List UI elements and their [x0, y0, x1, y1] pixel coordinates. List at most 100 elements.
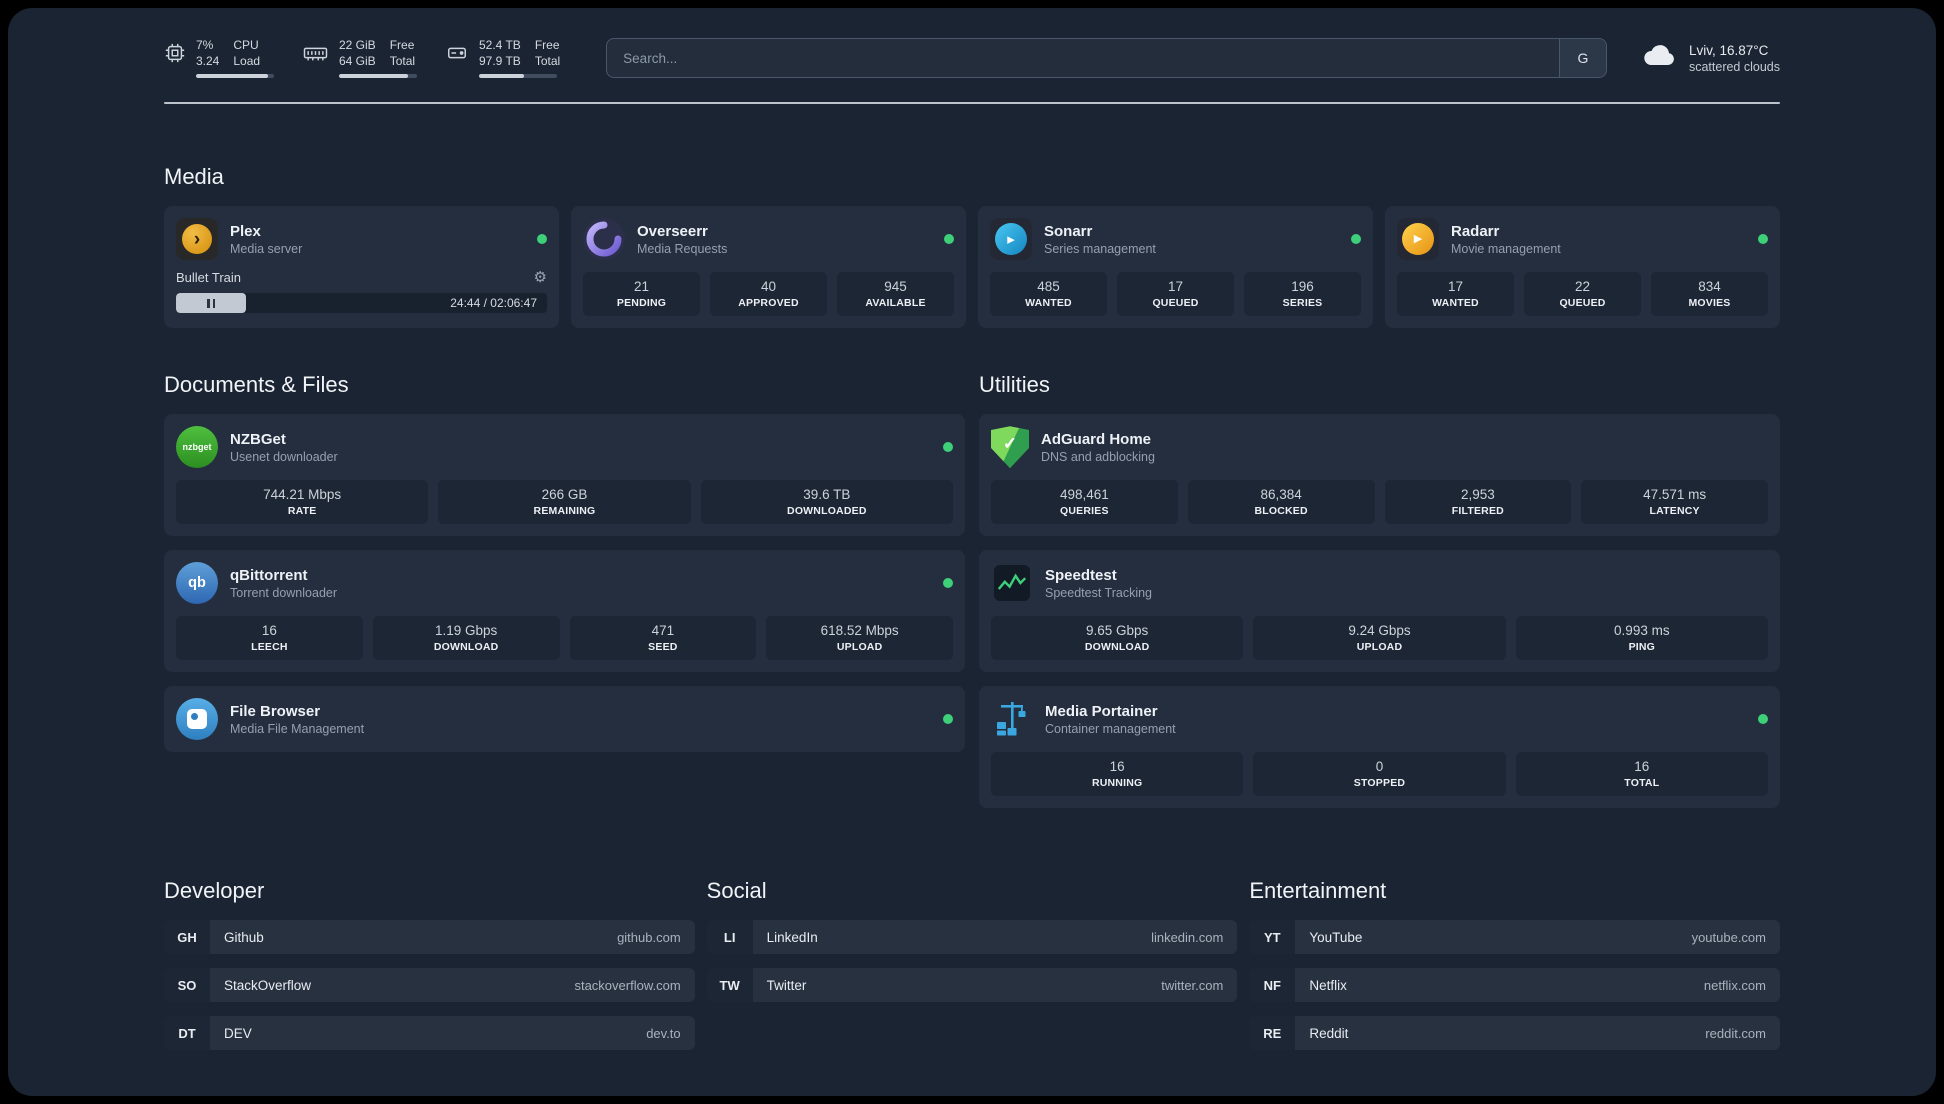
- stat-downloaded: 39.6 TB DOWNLOADED: [700, 480, 953, 525]
- app-title-filebrowser: File Browser: [230, 702, 321, 720]
- documents-column: Documents & Files nzbget NZBGet Usenet d…: [164, 372, 965, 808]
- utilities-section-title: Utilities: [979, 372, 1050, 398]
- disk-stat: 52.4 TB 97.9 TB Free Total: [445, 38, 560, 79]
- bookmark-reddit[interactable]: RE Reddit reddit.com: [1249, 1016, 1780, 1051]
- bookmark-url: linkedin.com: [1151, 929, 1224, 945]
- bookmark-abbr: GH: [164, 920, 210, 955]
- cpu-labels: CPU Load: [233, 38, 260, 69]
- search-input[interactable]: [607, 39, 1559, 78]
- bookmark-url: github.com: [617, 929, 681, 945]
- cpu-values: 7% 3.24: [196, 38, 219, 69]
- cpu-stat-body: 7% 3.24 CPU Load: [196, 38, 274, 79]
- app-card-plex[interactable]: › Plex Media server Bullet Train ⚙ 24:44…: [164, 206, 559, 329]
- bookmark-github[interactable]: GH Github github.com: [164, 920, 695, 955]
- stat-stopped: 0 STOPPED: [1253, 752, 1506, 797]
- bookmarks-section: Developer GH Github github.com SO StackOv…: [164, 878, 1780, 1051]
- stat-seed: 471 SEED: [569, 616, 757, 661]
- stat-total: 16 TOTAL: [1515, 752, 1768, 797]
- weather-widget[interactable]: Lviv, 16.87°C scattered clouds: [1641, 43, 1780, 74]
- track-title: Bullet Train: [176, 270, 242, 286]
- bookmark-linkedin[interactable]: LI LinkedIn linkedin.com: [706, 920, 1238, 955]
- app-card-speedtest[interactable]: Speedtest Speedtest Tracking 9.65 Gbps D…: [979, 550, 1780, 673]
- radarr-icon: ▶: [1397, 218, 1439, 261]
- app-title-adguard: AdGuard Home: [1041, 430, 1152, 448]
- memory-stat: 22 GiB 64 GiB Free Total: [302, 38, 417, 79]
- app-card-sonarr[interactable]: ▸ Sonarr Series management 485 WANTED 17: [978, 206, 1373, 329]
- memory-progress-fill: [339, 74, 408, 79]
- cpu-load-value: 3.24: [196, 53, 220, 68]
- stat-pending: 21 PENDING: [583, 272, 700, 317]
- app-subtitle-nzbget: Usenet downloader: [230, 449, 338, 464]
- entertainment-column: Entertainment YT YouTube youtube.com NF N…: [1249, 878, 1780, 1051]
- gear-icon[interactable]: ⚙: [534, 270, 547, 285]
- cpu-progress-fill: [196, 74, 268, 79]
- bookmark-twitter[interactable]: TW Twitter twitter.com: [706, 968, 1238, 1003]
- memory-icon: [302, 38, 329, 64]
- disk-progress-bar: [479, 74, 557, 79]
- memory-values: 22 GiB 64 GiB: [339, 38, 376, 69]
- app-card-adguard[interactable]: ✓ AdGuard Home DNS and adblocking 498,46…: [979, 414, 1780, 537]
- stat-wanted: 17 WANTED: [1397, 272, 1514, 317]
- bookmark-youtube[interactable]: YT YouTube youtube.com: [1249, 920, 1780, 955]
- stat-movies: 834 MOVIES: [1651, 272, 1768, 317]
- bookmark-stackoverflow[interactable]: SO StackOverflow stackoverflow.com: [164, 968, 695, 1003]
- stat-download: 1.19 Gbps DOWNLOAD: [372, 616, 560, 661]
- portainer-crane-icon: [991, 698, 1033, 740]
- status-dot: [1758, 234, 1768, 245]
- disk-stat-body: 52.4 TB 97.9 TB Free Total: [479, 38, 560, 79]
- documents-section-title: Documents & Files: [164, 372, 349, 398]
- bookmark-dev[interactable]: DT DEV dev.to: [164, 1016, 695, 1051]
- media-section: Media › Plex Media server Bullet Train ⚙…: [164, 164, 1780, 329]
- stat-queries: 498,461 QUERIES: [991, 480, 1178, 525]
- topbar-divider: [164, 102, 1780, 105]
- disk-progress-fill: [479, 74, 525, 79]
- app-card-filebrowser[interactable]: File Browser Media File Management: [164, 686, 965, 753]
- plex-now-playing: Bullet Train ⚙ 24:44 / 02:06:47: [176, 270, 547, 314]
- disk-free-label: Free: [534, 38, 560, 52]
- app-subtitle-sonarr: Series management: [1044, 241, 1156, 256]
- bookmark-name: DEV: [224, 1025, 252, 1041]
- disk-total-value: 97.9 TB: [479, 53, 521, 68]
- stat-wanted: 485 WANTED: [990, 272, 1107, 317]
- memory-stat-body: 22 GiB 64 GiB Free Total: [339, 38, 417, 79]
- filebrowser-logo-shape: [187, 709, 207, 730]
- bookmark-abbr: SO: [164, 968, 210, 1003]
- app-subtitle-portainer: Container management: [1045, 721, 1176, 736]
- filebrowser-icon: [176, 698, 218, 741]
- cpu-stat: 7% 3.24 CPU Load: [164, 38, 274, 79]
- stat-series: 196 SERIES: [1244, 272, 1361, 317]
- radarr-play-icon: ▶: [1402, 223, 1434, 256]
- overseerr-icon: [583, 218, 625, 261]
- stat-upload: 618.52 Mbps UPLOAD: [766, 616, 953, 661]
- stat-queued: 22 QUEUED: [1524, 272, 1641, 317]
- disk-icon: [445, 38, 469, 64]
- disk-free-value: 52.4 TB: [479, 38, 521, 52]
- app-subtitle-plex: Media server: [230, 241, 303, 256]
- speedtest-chart-icon: [991, 562, 1033, 604]
- bookmark-netflix[interactable]: NF Netflix netflix.com: [1249, 968, 1780, 1003]
- playback-progress-bar[interactable]: 24:44 / 02:06:47: [176, 293, 547, 314]
- search-bar: G: [606, 38, 1607, 79]
- app-subtitle-qbittorrent: Torrent downloader: [230, 585, 338, 600]
- weather-location: Lviv, 16.87°C: [1688, 42, 1769, 58]
- bookmark-url: netflix.com: [1703, 977, 1766, 993]
- pause-icon[interactable]: [207, 298, 216, 308]
- bookmark-url: twitter.com: [1161, 977, 1224, 993]
- app-card-nzbget[interactable]: nzbget NZBGet Usenet downloader 744.21 M…: [164, 414, 965, 537]
- search-engine-button[interactable]: G: [1558, 39, 1606, 78]
- app-card-overseerr[interactable]: Overseerr Media Requests 21 PENDING 40 A…: [571, 206, 966, 329]
- stat-ping: 0.993 ms PING: [1515, 616, 1768, 661]
- bookmark-name: Twitter: [766, 977, 807, 993]
- cpu-label: CPU: [233, 38, 259, 52]
- app-card-qbittorrent[interactable]: qb qBittorrent Torrent downloader 16 LEE…: [164, 550, 965, 673]
- app-card-portainer[interactable]: Media Portainer Container management 16 …: [979, 686, 1780, 809]
- media-section-title: Media: [164, 164, 224, 190]
- status-dot: [943, 442, 953, 453]
- app-subtitle-adguard: DNS and adblocking: [1041, 449, 1155, 464]
- stat-blocked: 86,384 BLOCKED: [1187, 480, 1375, 525]
- app-card-radarr[interactable]: ▶ Radarr Movie management 17 WANTED 22 Q…: [1385, 206, 1780, 329]
- bookmark-url: youtube.com: [1691, 929, 1766, 945]
- cpu-icon: [164, 38, 186, 64]
- bookmark-abbr: TW: [706, 968, 753, 1003]
- stat-latency: 47.571 ms LATENCY: [1581, 480, 1768, 525]
